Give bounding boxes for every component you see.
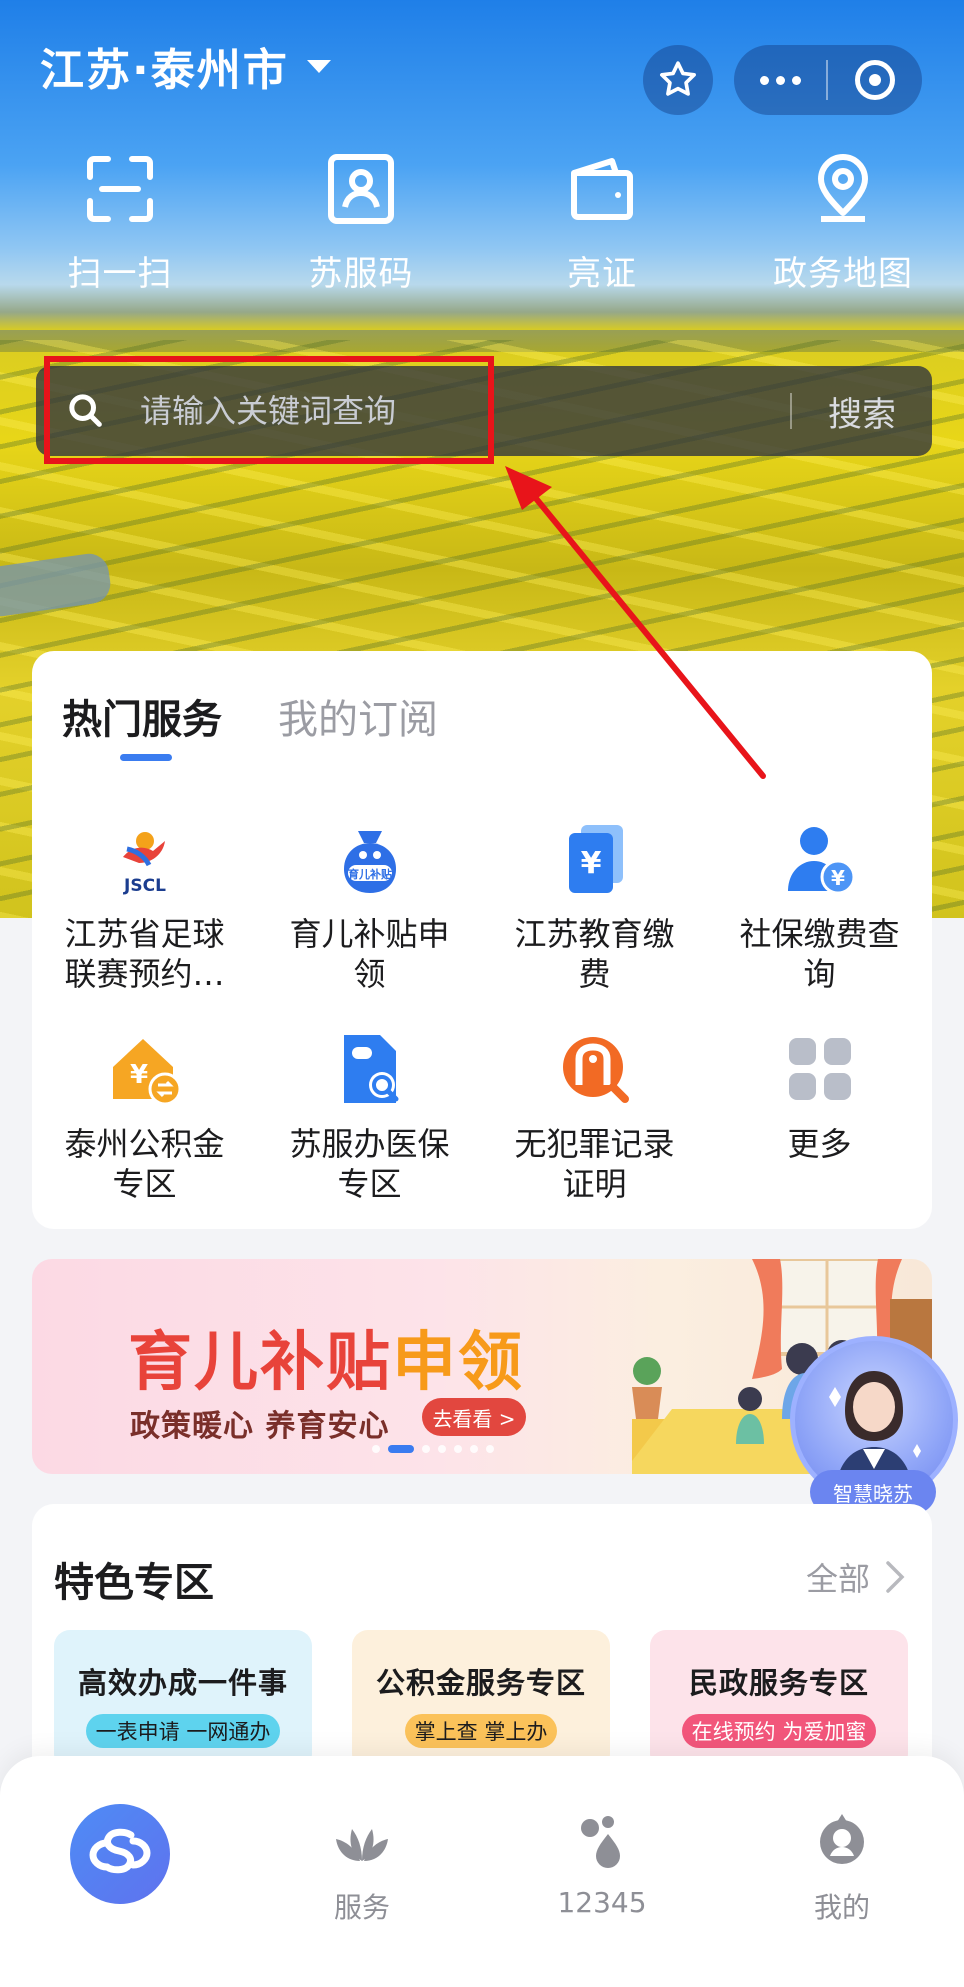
carousel-dot (454, 1445, 462, 1453)
chevron-right-icon (886, 1561, 905, 1593)
quick-action-label: 扫一扫 (67, 254, 173, 294)
carousel-dot (422, 1445, 430, 1453)
feature-card-title: 公积金服务专区 (375, 1666, 586, 1700)
service-item-social-security[interactable]: ¥ 社保缴费查询 (707, 816, 932, 1016)
hotline-drops-icon (570, 1808, 634, 1872)
map-pin-icon (804, 150, 882, 228)
feature-card-tag: 掌上查 掌上办 (404, 1714, 558, 1748)
lotus-icon (330, 1808, 394, 1872)
service-item-medical-insurance[interactable]: 苏服办医保专区 (257, 1026, 482, 1226)
dot-icon (791, 75, 801, 85)
banner-title-main: 育儿补贴 (128, 1326, 392, 1400)
tab-label: 12345 (557, 1886, 647, 1919)
more-menu-button[interactable] (734, 45, 826, 115)
svg-text:育儿补贴: 育儿补贴 (348, 867, 392, 881)
jscl-logo-icon: JSCL (102, 816, 188, 902)
profile-icon (810, 1808, 874, 1872)
carousel-dot (372, 1445, 380, 1453)
service-item-label: 育儿补贴申领 (289, 915, 450, 993)
feature-title: 特色专区 (54, 1560, 214, 1606)
svg-text:¥: ¥ (580, 846, 601, 881)
banner-title: 育儿补贴申领 (128, 1311, 524, 1403)
feature-card-title: 高效办成一件事 (77, 1666, 288, 1700)
social-security-icon: ¥ (777, 816, 863, 902)
svg-text:¥: ¥ (831, 866, 845, 890)
carousel-dot (470, 1445, 478, 1453)
tab-label: 我的 (813, 1891, 870, 1924)
carousel-dot-active (388, 1445, 414, 1453)
quick-action-show-license[interactable]: 亮证 (502, 150, 702, 310)
annotation-highlight-box (44, 356, 494, 464)
home-logo-icon (89, 1828, 151, 1874)
tab-home[interactable] (70, 1804, 170, 1904)
childcare-bag-icon: 育儿补贴 (327, 816, 413, 902)
quick-action-scan[interactable]: 扫一扫 (20, 150, 220, 310)
quick-action-su-code[interactable]: 苏服码 (261, 150, 461, 310)
dot-icon (775, 75, 785, 85)
service-item-no-criminal-record[interactable]: 无犯罪记录证明 (482, 1026, 707, 1226)
service-item-housing-fund[interactable]: ¥ 泰州公积金专区 (32, 1026, 257, 1226)
favorite-button[interactable] (643, 45, 713, 115)
smart-assistant-button[interactable]: 智慧晓苏 (786, 1336, 964, 1514)
banner-subtitle: 政策暖心 养育安心 (130, 1409, 390, 1444)
search-button[interactable]: 搜索 (792, 387, 932, 436)
no-criminal-record-icon (552, 1026, 638, 1112)
caret-down-icon (306, 59, 331, 73)
service-item-label: 无犯罪记录证明 (514, 1125, 675, 1203)
feature-card-civil-affairs[interactable]: 民政服务专区 在线预约 为爱加蜜 (650, 1630, 908, 1770)
star-icon (660, 61, 696, 96)
services-card: 热门服务 我的订阅 JSCL 江苏省足球联赛预约… 育儿补贴 育儿补贴申领 ¥ … (32, 651, 932, 1229)
service-item-football[interactable]: JSCL 江苏省足球联赛预约… (32, 816, 257, 1016)
id-card-icon (322, 150, 400, 228)
service-item-more[interactable]: 更多 (707, 1026, 932, 1226)
service-item-childcare-subsidy[interactable]: 育儿补贴 育儿补贴申领 (257, 816, 482, 1016)
target-icon (855, 60, 895, 100)
feature-card-one-thing[interactable]: 高效办成一件事 一表申请 一网通办 (54, 1630, 312, 1770)
service-item-label: 苏服办医保专区 (289, 1125, 450, 1203)
svg-text:JSCL: JSCL (123, 876, 166, 896)
service-tabs: 热门服务 我的订阅 (62, 687, 438, 745)
service-item-label: 社保缴费查询 (739, 915, 900, 993)
view-all-label: 全部 (805, 1560, 870, 1598)
feature-view-all-link[interactable]: 全部 (806, 1554, 906, 1600)
tab-profile[interactable]: 我的 (762, 1808, 922, 1926)
tab-12345-hotline[interactable]: 12345 (522, 1808, 682, 1919)
feature-card-title: 民政服务专区 (688, 1666, 869, 1700)
service-item-label: 泰州公积金专区 (64, 1125, 225, 1203)
quick-action-gov-map[interactable]: 政务地图 (743, 150, 943, 310)
miniapp-capsule (734, 45, 922, 115)
banner-title-highlight: 申领 (392, 1326, 524, 1400)
wallet-icon (563, 150, 641, 228)
location-selector[interactable]: 江苏·泰州市 (40, 36, 331, 96)
feature-card-tag: 在线预约 为爱加蜜 (681, 1714, 877, 1748)
tab-label: 服务 (333, 1891, 390, 1924)
tab-services[interactable]: 服务 (282, 1808, 442, 1926)
service-item-label: 江苏教育缴费 (514, 915, 675, 993)
quick-action-label: 苏服码 (308, 254, 414, 294)
tab-my-subscriptions[interactable]: 我的订阅 (278, 687, 438, 745)
feature-card-housing-fund[interactable]: 公积金服务专区 掌上查 掌上办 (352, 1630, 610, 1770)
banner-cta-button[interactable]: 去看看 > (422, 1398, 526, 1436)
more-grid-icon (777, 1026, 863, 1112)
active-tab-indicator (120, 754, 172, 761)
quick-action-label: 亮证 (567, 254, 637, 294)
medical-insurance-icon (327, 1026, 413, 1112)
bottom-tab-bar: 服务 12345 我的 (0, 1756, 964, 1987)
service-item-education-fee[interactable]: ¥ 江苏教育缴费 (482, 816, 707, 1016)
education-fee-icon: ¥ (552, 816, 638, 902)
service-item-label: 更多 (787, 1125, 852, 1163)
housing-fund-icon: ¥ (102, 1026, 188, 1112)
carousel-indicator (372, 1445, 494, 1453)
tab-hot-services[interactable]: 热门服务 (62, 687, 222, 745)
carousel-dot (486, 1445, 494, 1453)
svg-text:¥: ¥ (129, 1060, 147, 1090)
quick-action-label: 政务地图 (773, 254, 913, 294)
scan-icon (81, 150, 159, 228)
close-miniapp-button[interactable] (828, 45, 922, 115)
location-label: 江苏·泰州市 (40, 45, 289, 96)
carousel-dot (438, 1445, 446, 1453)
dot-icon (759, 75, 769, 85)
feature-card-tag: 一表申请 一网通办 (85, 1714, 281, 1748)
service-item-label: 江苏省足球联赛预约… (64, 915, 225, 993)
